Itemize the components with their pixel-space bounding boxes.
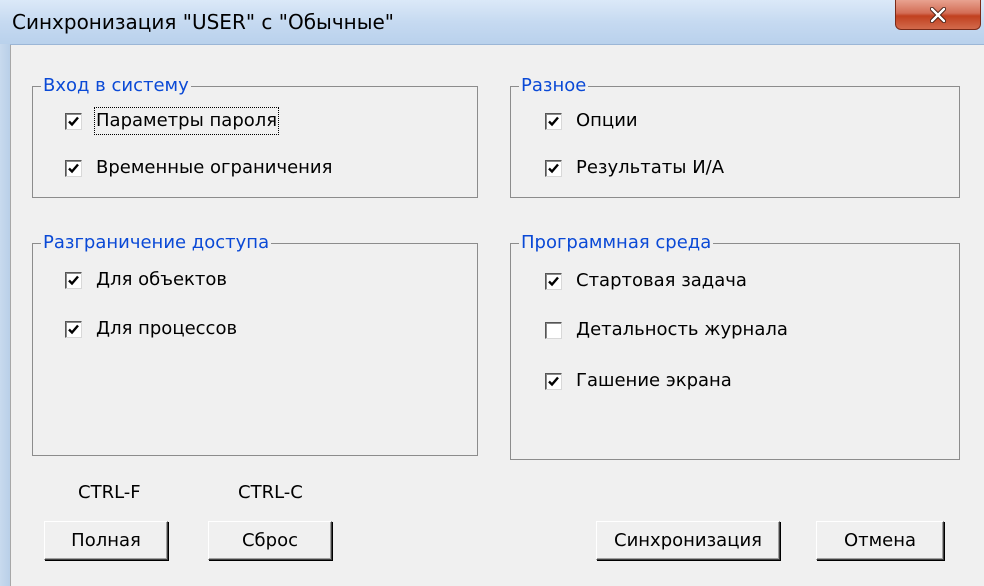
checkmark-icon <box>68 324 79 334</box>
checkmark-icon <box>548 116 559 126</box>
checkbox-label: Опции <box>576 110 638 131</box>
checkbox-label: Для объектов <box>96 269 228 290</box>
group-login-title: Вход в систему <box>41 75 191 97</box>
checkbox-box[interactable] <box>545 112 562 130</box>
checkbox-options[interactable]: Опции <box>545 108 638 134</box>
checkbox-label: Результаты И/А <box>576 157 725 178</box>
checkbox-password-params[interactable]: Параметры пароля <box>65 107 280 135</box>
checkbox-ia-results[interactable]: Результаты И/А <box>545 155 724 181</box>
window-frame-left <box>0 44 10 586</box>
checkbox-label: Стартовая задача <box>576 270 747 291</box>
checkbox-label: Гашение экрана <box>576 370 732 391</box>
checkmark-icon <box>548 376 559 386</box>
group-misc: Разное Опции Результаты И/А <box>510 75 960 198</box>
checkbox-log-detail[interactable]: Детальность журнала <box>545 317 788 343</box>
close-x-icon <box>930 6 946 23</box>
shortcut-full-hint: CTRL-F <box>78 482 141 503</box>
full-button[interactable]: Полная <box>44 521 168 560</box>
checkbox-startup-task[interactable]: Стартовая задача <box>545 268 747 294</box>
checkbox-box[interactable] <box>65 271 82 289</box>
group-env-title: Программная среда <box>519 232 714 254</box>
checkmark-icon <box>68 163 79 173</box>
group-access-title: Разграничение доступа <box>41 232 272 254</box>
checkbox-box[interactable] <box>65 159 82 177</box>
checkbox-time-limits[interactable]: Временные ограничения <box>65 155 332 181</box>
checkbox-box[interactable] <box>65 320 82 338</box>
checkbox-for-objects[interactable]: Для объектов <box>65 267 227 293</box>
group-software-environment: Программная среда Стартовая задача Детал… <box>510 232 960 460</box>
checkbox-label: Детальность журнала <box>576 319 788 340</box>
checkbox-box[interactable] <box>545 159 562 177</box>
sync-dialog-window: Синхронизация "USER" с "Обычные" Вход в … <box>0 0 984 586</box>
checkmark-icon <box>68 116 79 126</box>
close-button[interactable] <box>895 0 981 30</box>
checkbox-box[interactable] <box>545 372 562 390</box>
checkbox-label: Параметры пароля <box>93 107 280 135</box>
sync-button[interactable]: Синхронизация <box>596 521 780 560</box>
checkbox-for-processes[interactable]: Для процессов <box>65 316 237 342</box>
group-login: Вход в систему Параметры пароля Временны… <box>32 75 478 198</box>
checkmark-icon <box>548 276 559 286</box>
cancel-button[interactable]: Отмена <box>816 521 944 560</box>
checkbox-screen-blanking[interactable]: Гашение экрана <box>545 368 732 394</box>
checkmark-icon <box>68 275 79 285</box>
shortcut-reset-hint: CTRL-C <box>238 482 303 503</box>
checkbox-label: Временные ограничения <box>96 157 333 178</box>
group-access-control: Разграничение доступа Для объектов Для п… <box>32 232 478 456</box>
group-misc-title: Разное <box>519 75 589 97</box>
checkmark-icon <box>548 163 559 173</box>
window-title: Синхронизация "USER" с "Обычные" <box>12 10 395 34</box>
checkbox-box[interactable] <box>545 272 562 290</box>
title-bar[interactable]: Синхронизация "USER" с "Обычные" <box>0 0 984 45</box>
checkbox-box[interactable] <box>545 321 562 339</box>
checkbox-label: Для процессов <box>96 318 238 339</box>
reset-button[interactable]: Сброс <box>208 521 332 560</box>
checkbox-box[interactable] <box>65 112 82 130</box>
